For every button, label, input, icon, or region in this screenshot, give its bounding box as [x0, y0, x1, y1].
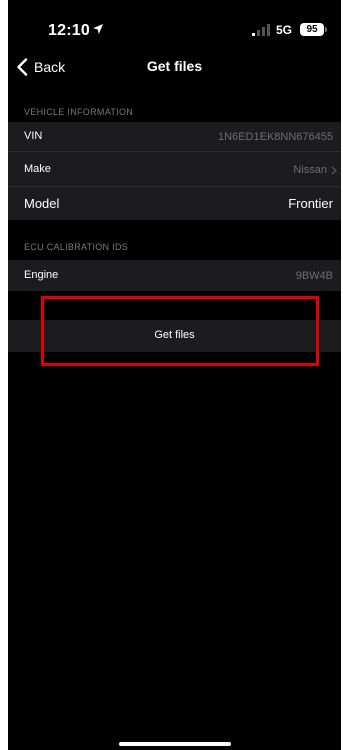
app-screen: 12:10 5G 95 Back Get files VEHICLE INFOR…	[8, 0, 341, 750]
network-type: 5G	[276, 23, 293, 37]
status-time: 12:10	[48, 22, 90, 39]
ecu-header: ECU CALIBRATION IDS	[24, 242, 129, 252]
status-bar: 12:10 5G 95	[8, 0, 341, 50]
vehicle-info-header: VEHICLE INFORMATION	[24, 107, 134, 117]
page-title: Get files	[146, 58, 203, 74]
engine-row: Engine 9BW4B	[8, 260, 341, 291]
cellular-signal-icon	[252, 24, 270, 36]
make-label: Make	[24, 163, 51, 175]
vin-value: 1N6ED1EK8NN676455	[218, 131, 333, 143]
navigation-bar: Back Get files	[8, 52, 341, 80]
engine-value: 9BW4B	[295, 270, 333, 282]
engine-label: Engine	[24, 269, 59, 281]
model-label: Model	[24, 196, 60, 211]
chevron-right-icon	[331, 166, 337, 175]
home-indicator[interactable]	[119, 742, 231, 746]
model-row: Model Frontier	[8, 187, 341, 220]
battery-tip	[325, 27, 327, 32]
highlight-box	[41, 296, 319, 366]
battery-icon: 95	[300, 23, 324, 36]
model-value: Frontier	[288, 196, 333, 211]
vin-row: VIN 1N6ED1EK8NN676455	[8, 122, 341, 151]
location-arrow-icon	[93, 24, 103, 34]
make-value: Nissan	[293, 164, 327, 176]
make-row[interactable]: Make Nissan	[8, 152, 341, 186]
vin-label: VIN	[24, 130, 43, 142]
